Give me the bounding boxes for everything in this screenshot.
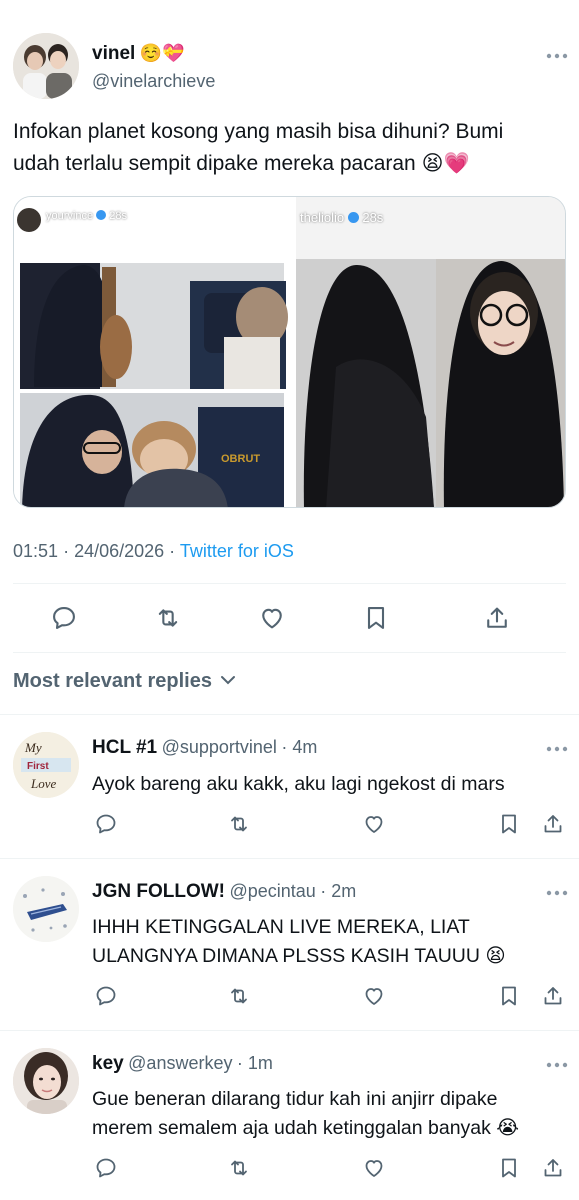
reply-time[interactable]: 4m — [292, 737, 317, 757]
more-horizontal-icon[interactable] — [546, 884, 568, 902]
replies-sort-label: Most relevant replies — [13, 670, 212, 692]
story-header-right: theliolio 28s — [300, 210, 383, 225]
avatar-text: First — [27, 761, 49, 772]
media-image-right[interactable]: theliolio 28s — [296, 197, 565, 507]
like-icon[interactable] — [256, 602, 288, 634]
bookmark-icon[interactable] — [360, 602, 392, 634]
author-name-emoji: ☺️💝 — [139, 43, 185, 63]
tweet-text-line: udah terlalu sempit dipake mereka pacara… — [13, 152, 470, 175]
reply-avatar[interactable]: My First Love — [13, 732, 79, 798]
divider — [0, 1030, 579, 1031]
reply-time[interactable]: 1m — [248, 1053, 273, 1073]
tweet-meta: 01:51 · 24/06/2026 · Twitter for iOS — [13, 541, 294, 561]
reply-author-name[interactable]: key — [92, 1053, 124, 1074]
author-display-name[interactable]: vinel — [92, 43, 135, 64]
like-icon[interactable] — [361, 811, 387, 837]
tweet-source-link[interactable]: Twitter for iOS — [180, 541, 294, 561]
like-icon[interactable] — [361, 983, 387, 1009]
verified-badge-icon — [347, 212, 359, 223]
bookmark-icon[interactable] — [496, 811, 522, 837]
tweet-text: Infokan planet kosong yang masih bisa di… — [13, 116, 558, 180]
reply-handle[interactable]: @answerkey — [128, 1053, 232, 1073]
author-handle[interactable]: @vinelarchieve — [92, 71, 215, 92]
share-icon[interactable] — [481, 602, 513, 634]
reply-icon[interactable] — [93, 811, 119, 837]
retweet-icon[interactable] — [226, 1155, 252, 1181]
more-horizontal-icon[interactable] — [546, 740, 568, 758]
divider — [0, 858, 579, 859]
divider — [13, 583, 566, 584]
story-time-right: 28s — [362, 210, 384, 225]
replies-sort-dropdown[interactable]: Most relevant replies — [13, 670, 236, 693]
reply-icon[interactable] — [93, 983, 119, 1009]
reply-header: HCL #1 @supportvinel · 4m — [92, 737, 318, 758]
reply-author-name[interactable]: JGN FOLLOW! — [92, 881, 225, 902]
author-avatar[interactable] — [13, 33, 79, 99]
reply-text-line: ULANGNYA DIMANA PLSSS KASIH TAUUU 😫 — [92, 945, 506, 967]
reply-text: Gue beneran dilarang tidur kah ini anjir… — [92, 1085, 562, 1143]
reply-time[interactable]: 2m — [331, 881, 356, 901]
bookmark-icon[interactable] — [496, 1155, 522, 1181]
chair-brand-text: OBRUT — [221, 453, 260, 465]
reply-text: IHHH KETINGGALAN LIVE MEREKA, LIAT ULANG… — [92, 913, 562, 971]
reply-handle[interactable]: @supportvinel — [162, 737, 277, 757]
story-header-left: yourvince 28s — [46, 210, 127, 222]
more-horizontal-icon[interactable] — [546, 1056, 568, 1074]
reply-text: Ayok bareng aku kakk, aku lagi ngekost d… — [92, 770, 562, 799]
reply-icon[interactable] — [48, 602, 80, 634]
tweet-date: 24/06/2026 — [74, 541, 165, 561]
reply-avatar[interactable] — [13, 1048, 79, 1114]
divider — [13, 652, 566, 653]
retweet-icon[interactable] — [226, 811, 252, 837]
media-image-left[interactable]: OBRUT yourvince 28s — [14, 197, 290, 507]
more-horizontal-icon[interactable] — [546, 44, 568, 65]
avatar-text: Love — [30, 776, 57, 791]
divider — [0, 714, 579, 715]
share-icon[interactable] — [540, 1155, 566, 1181]
reply-header: key @answerkey · 1m — [92, 1053, 273, 1074]
story-avatar-left — [16, 207, 42, 233]
bookmark-icon[interactable] — [496, 983, 522, 1009]
reply-text-line: merem semalem aja udah ketinggalan banya… — [92, 1117, 520, 1139]
share-icon[interactable] — [540, 811, 566, 837]
chevron-down-icon — [220, 676, 235, 685]
reply-text-line: Gue beneran dilarang tidur kah ini anjir… — [92, 1088, 498, 1110]
reply-text-line: IHHH KETINGGALAN LIVE MEREKA, LIAT — [92, 916, 470, 938]
reply-author-name[interactable]: HCL #1 — [92, 737, 157, 758]
retweet-icon[interactable] — [226, 983, 252, 1009]
share-icon[interactable] — [540, 983, 566, 1009]
reply-header: JGN FOLLOW! @pecintau · 2m — [92, 881, 357, 902]
author-name-row[interactable]: vinel ☺️💝 — [92, 43, 185, 65]
story-username-right: theliolio — [300, 210, 345, 225]
story-username-left: yourvince — [46, 210, 94, 222]
reply-text-line: Ayok bareng aku kakk, aku lagi ngekost d… — [92, 773, 505, 795]
reply-icon[interactable] — [93, 1155, 119, 1181]
like-icon[interactable] — [361, 1155, 387, 1181]
reply-handle[interactable]: @pecintau — [229, 881, 315, 901]
tweet-media[interactable]: OBRUT yourvince 28s theliolio 28s — [13, 196, 566, 508]
tweet-time: 01:51 — [13, 541, 59, 561]
story-time-left: 28s — [109, 210, 127, 222]
avatar-text: My — [24, 740, 42, 755]
retweet-icon[interactable] — [152, 602, 184, 634]
reply-avatar[interactable] — [13, 876, 79, 942]
tweet-text-line: Infokan planet kosong yang masih bisa di… — [13, 120, 504, 143]
verified-badge-icon — [96, 210, 107, 220]
